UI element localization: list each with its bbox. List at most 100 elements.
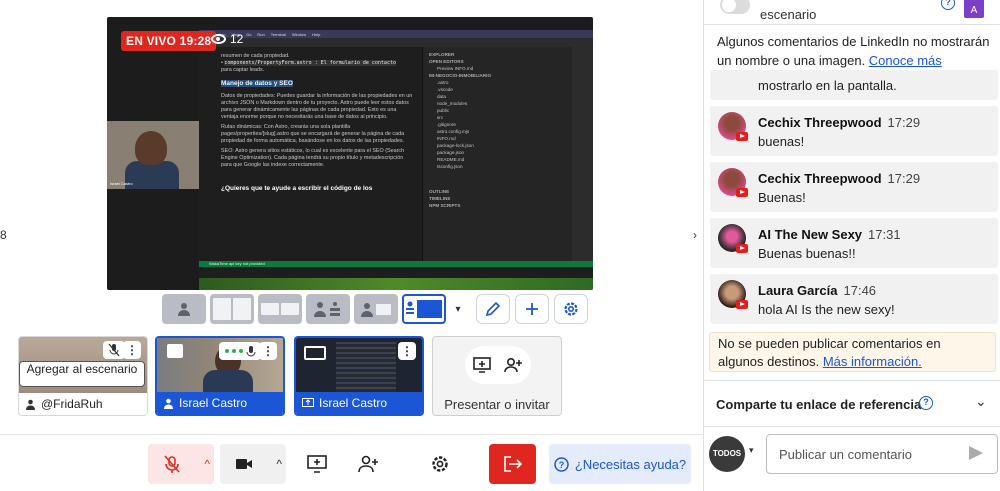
- layout-block: [233, 298, 251, 320]
- left-panel-edge[interactable]: 8: [0, 228, 7, 268]
- mic-muted-icon[interactable]: [103, 341, 125, 359]
- screen-share-layout-icon: [406, 300, 442, 318]
- add-person-icon: [504, 357, 522, 373]
- audio-dot: [238, 349, 243, 353]
- avatar-placeholder-icon: [167, 344, 183, 358]
- file-explorer: EXPLORER OPEN EDITORS Preview INFO.md MI…: [422, 47, 572, 261]
- camera-options-caret[interactable]: ^: [276, 457, 282, 471]
- comment-author: AI The New Sexy: [758, 227, 863, 242]
- audience-selector[interactable]: TODOS: [709, 436, 745, 472]
- layout-two-split[interactable]: [210, 294, 254, 324]
- audio-level-indicator: [219, 342, 261, 360]
- more-options-icon[interactable]: ⋮: [398, 342, 416, 360]
- screen-share-tile[interactable]: ⋮ Israel Castro: [294, 336, 424, 416]
- settings-button[interactable]: [418, 444, 462, 484]
- stage-settings-button[interactable]: [554, 294, 588, 324]
- present-invite-pill[interactable]: [465, 346, 531, 384]
- file-item: astro.config.mjs: [437, 129, 470, 134]
- referral-section[interactable]: Comparte tu enlace de referencia ? ⌄: [703, 380, 1000, 426]
- activity-bar: [572, 47, 593, 261]
- leave-studio-button[interactable]: [489, 444, 536, 484]
- editor-statusbar: WakaTime api key not provided: [199, 261, 593, 267]
- mute-microphone-button[interactable]: ^: [148, 444, 214, 484]
- present-or-invite-tile[interactable]: Presentar o invitar: [432, 336, 562, 416]
- people-icon: [314, 302, 340, 317]
- help-icon[interactable]: ?: [919, 396, 933, 410]
- share-screen-icon: [307, 455, 327, 473]
- file-item: .vscode: [437, 87, 453, 92]
- live-badge: EN VIVO 19:28: [121, 31, 217, 51]
- comment-item[interactable]: Laura García 17:46 hola AI Is the new sex…: [710, 274, 998, 324]
- file-item: README.md: [437, 157, 465, 162]
- comment-author: Cechix Threepwood: [758, 171, 882, 186]
- project-folder: MI-NEGOCIO-INMOBILIARIO: [429, 73, 492, 78]
- youtube-icon: [736, 188, 748, 197]
- doc-question: ¿Quieres que te ayude a escribir el códi…: [221, 185, 373, 192]
- camera-name: Israel Castro: [110, 181, 133, 186]
- mic-icon: [246, 345, 255, 356]
- invite-guest-button[interactable]: [346, 444, 390, 484]
- toggle-label: escenario: [760, 7, 817, 22]
- more-info-link[interactable]: Más información.: [823, 354, 922, 369]
- outline-header: OUTLINE: [429, 189, 450, 194]
- comment-time: 17:29: [887, 115, 921, 130]
- camera-button[interactable]: ^: [220, 444, 286, 484]
- comment-item[interactable]: Cechix Threepwood 17:29 Buenas!: [710, 162, 998, 212]
- audience-caret-icon[interactable]: ▾: [749, 445, 754, 456]
- panel-top-strip: escenario ? A: [704, 0, 1000, 25]
- person-icon: [178, 303, 190, 316]
- presenter-body: [125, 161, 179, 189]
- layout-pip[interactable]: [354, 294, 398, 324]
- youtube-icon: [736, 300, 748, 309]
- layout-screen-share[interactable]: [402, 294, 446, 324]
- doc-bullet: Rutas dinámicas: Con Astro, crearás una …: [221, 124, 405, 144]
- show-on-stage-toggle[interactable]: [720, 0, 750, 14]
- comment-author: Laura García: [758, 283, 838, 298]
- file-item: tsconfig.json: [437, 164, 463, 169]
- menubar-item: Window: [291, 31, 307, 37]
- learn-more-link[interactable]: Conoce más: [869, 53, 942, 68]
- add-button[interactable]: [515, 294, 549, 324]
- tile-footer: Israel Castro: [157, 392, 283, 414]
- help-button[interactable]: ? ¿Necesitas ayuda?: [549, 444, 691, 484]
- edit-button[interactable]: [476, 294, 510, 324]
- layout-single[interactable]: [162, 294, 206, 324]
- video-camera-icon: [236, 459, 252, 469]
- layout-two-side[interactable]: [258, 294, 302, 324]
- comment-item[interactable]: Cechix Threepwood 17:29 buenas!: [710, 106, 998, 156]
- doc-line: • components/PropertyForm.astro : El for…: [221, 60, 396, 66]
- collapse-panel-chevron-icon[interactable]: ›: [687, 222, 703, 248]
- viewer-count: 12: [230, 32, 244, 46]
- audio-dot: [231, 349, 236, 353]
- screen-share-icon: [302, 397, 314, 407]
- host-camera-tile[interactable]: ⋮ Israel Castro: [155, 336, 285, 416]
- chevron-down-icon[interactable]: ⌄: [975, 393, 987, 410]
- layout-group[interactable]: [306, 294, 350, 324]
- file-item: node_modules: [437, 101, 468, 106]
- comment-input[interactable]: [766, 434, 998, 474]
- mic-options-caret[interactable]: ^: [204, 457, 210, 471]
- timeline-header: TIMELINE: [429, 196, 451, 201]
- more-options-icon[interactable]: ⋮: [123, 341, 141, 359]
- participant-name: Israel Castro: [179, 396, 248, 410]
- add-to-stage-button[interactable]: Agregar al escenario: [19, 361, 145, 387]
- comment-text: buenas!: [758, 134, 805, 149]
- send-icon[interactable]: [969, 446, 983, 460]
- youtube-icon: [736, 132, 748, 141]
- exit-icon: [503, 456, 522, 472]
- layout-selector: ▾: [162, 294, 466, 324]
- layout-more-caret[interactable]: ▾: [450, 294, 466, 324]
- more-options-icon[interactable]: ⋮: [259, 342, 277, 360]
- comment-partial: mostrarlo en la pantalla.: [710, 70, 998, 100]
- account-avatar[interactable]: A: [964, 0, 984, 18]
- person-icon: [164, 398, 173, 409]
- help-icon[interactable]: ?: [941, 0, 955, 10]
- mac-dock: [199, 278, 593, 290]
- share-screen-button[interactable]: [295, 444, 339, 484]
- comment-time: 17:46: [843, 283, 877, 298]
- referral-label: Comparte tu enlace de referencia: [716, 397, 922, 412]
- file-item: package.json: [437, 150, 465, 155]
- comment-text: Buenas!: [758, 190, 806, 205]
- comment-item[interactable]: AI The New Sexy 17:31 Buenas buenas!!: [710, 218, 998, 268]
- bottom-control-bar: ^ ^ ? ¿Necesitas ayuda?: [0, 434, 703, 491]
